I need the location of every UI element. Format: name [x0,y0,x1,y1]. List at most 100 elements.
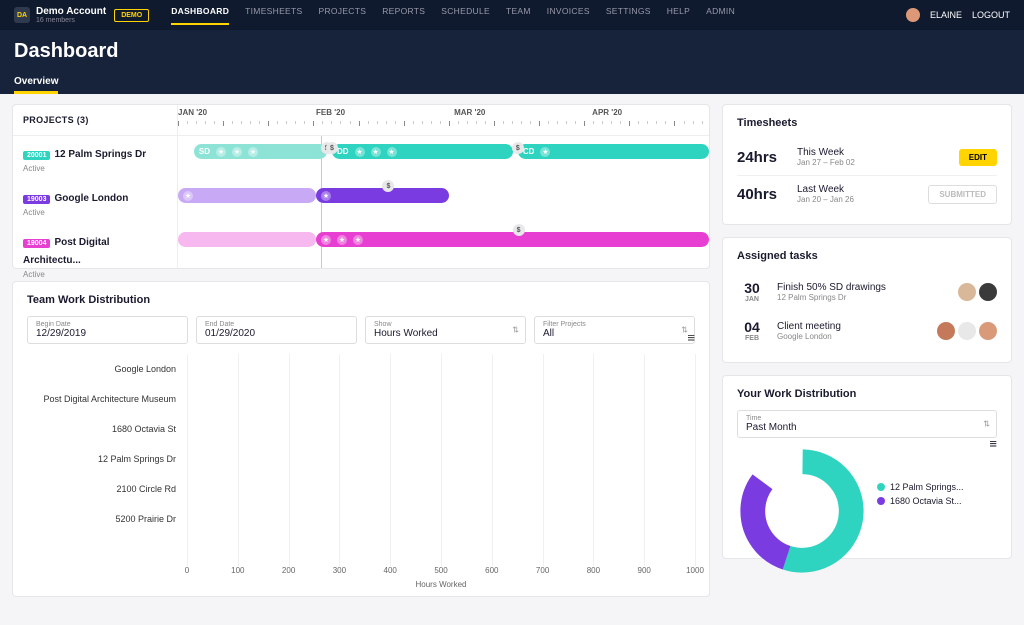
gantt-lane: ★★★$ [178,224,709,268]
assignee-avatar[interactable] [979,322,997,340]
user-name[interactable]: ELAINE [930,10,962,20]
project-status: Active [23,164,167,173]
chart-row: Google London [187,354,695,384]
time-range-select[interactable]: Time Past Month ⇅ [737,410,997,438]
legend-item[interactable]: 12 Palm Springs... [877,482,964,492]
timesheet-row: 24hrsThis WeekJan 27 – Feb 02EDIT [737,139,997,176]
assignee-avatar[interactable] [958,283,976,301]
star-icon: ★ [355,147,365,157]
nav-admin[interactable]: ADMIN [706,6,735,25]
project-row[interactable]: 19003Google LondonActive [13,180,177,224]
gantt-bar[interactable]: ★$ [316,188,449,203]
end-date-input[interactable]: End Date 01/29/2020 [196,316,357,344]
chart-category-label: Google London [27,364,182,374]
cost-marker-icon: $ [382,180,394,192]
project-name: 12 Palm Springs Dr [54,149,146,160]
tab-overview[interactable]: Overview [14,76,58,94]
month-label: FEB '20 [316,108,345,117]
x-tick: 200 [282,566,295,575]
x-tick: 800 [587,566,600,575]
account-brand[interactable]: DA Demo Account 16 members [14,7,106,24]
task-title: Finish 50% SD drawings [777,282,948,293]
project-row[interactable]: 2000112 Palm Springs DrActive [13,136,177,180]
gantt-project-list: PROJECTS (3) 2000112 Palm Springs DrActi… [13,105,178,268]
x-tick: 600 [485,566,498,575]
assignee-list [937,322,997,340]
nav-reports[interactable]: REPORTS [382,6,425,25]
star-icon: ★ [371,147,381,157]
project-row[interactable]: 19004Post Digital Architectu...Active [13,224,177,268]
star-icon: ★ [248,147,258,157]
nav-projects[interactable]: PROJECTS [318,6,366,25]
nav-right: ELAINE LOGOUT [906,8,1010,22]
task-project: 12 Palm Springs Dr [777,293,948,302]
tasks-title: Assigned tasks [737,250,997,262]
assignee-avatar[interactable] [979,283,997,301]
nav-timesheets[interactable]: TIMESHEETS [245,6,302,25]
star-icon: ★ [337,235,347,245]
filter-value: All [543,328,686,339]
gantt-bar[interactable]: ★★★$ [316,232,709,247]
begin-date-label: Begin Date [36,321,179,328]
nav-items: DASHBOARD TIMESHEETS PROJECTS REPORTS SCHEDU… [171,6,735,25]
logout-link[interactable]: LOGOUT [972,10,1010,20]
star-icon: ★ [216,147,226,157]
donut-chart [737,446,867,546]
legend-label: 12 Palm Springs... [890,482,964,492]
chart-menu-icon[interactable]: ≡ [687,330,695,345]
gantt-lane: ★ ★$ [178,180,709,224]
task-row[interactable]: 30JAN Finish 50% SD drawings12 Palm Sprin… [737,272,997,311]
nav-schedule[interactable]: SCHEDULE [441,6,490,25]
chart-row: 1680 Octavia St [187,414,695,444]
gantt-bar[interactable] [178,232,316,247]
team-work-title: Team Work Distribution [27,294,695,306]
nav-settings[interactable]: SETTINGS [606,6,651,25]
edit-button[interactable]: EDIT [959,149,997,166]
project-status: Active [23,270,167,279]
task-date: 30JAN [737,280,767,303]
timesheet-row: 40hrsLast WeekJan 20 – Jan 26SUBMITTED [737,176,997,212]
x-tick: 0 [185,566,189,575]
chevron-updown-icon: ⇅ [512,326,519,335]
x-tick: 100 [231,566,244,575]
begin-date-input[interactable]: Begin Date 12/29/2019 [27,316,188,344]
account-name: Demo Account [36,7,106,17]
show-select[interactable]: Show Hours Worked ⇅ [365,316,526,344]
begin-date-value: 12/29/2019 [36,328,179,339]
gantt-bar[interactable]: CD★$ [518,144,709,159]
hours-value: 40hrs [737,186,797,203]
legend-swatch [877,483,885,491]
chevron-updown-icon: ⇅ [983,420,990,429]
user-avatar[interactable] [906,8,920,22]
nav-dashboard[interactable]: DASHBOARD [171,6,229,25]
sub-button[interactable]: SUBMITTED [928,185,997,204]
your-work-dist-card: Your Work Distribution Time Past Month ⇅… [722,375,1012,559]
assignee-avatar[interactable] [937,322,955,340]
filter-projects-select[interactable]: Filter Projects All ⇅ [534,316,695,344]
nav-help[interactable]: HELP [667,6,690,25]
team-work-card: Team Work Distribution Begin Date 12/29/… [12,281,710,597]
legend-item[interactable]: 1680 Octavia St... [877,496,964,506]
nav-team[interactable]: TEAM [506,6,531,25]
gantt-lane: SD★★★$DD★★★$CD★$ [178,136,709,180]
task-row[interactable]: 04FEBClient meetingGoogle London [737,311,997,350]
nav-invoices[interactable]: INVOICES [547,6,590,25]
assigned-tasks-card: Assigned tasks 30JAN Finish 50% SD drawin… [722,237,1012,363]
task-project: Google London [777,332,927,341]
gantt-bar[interactable]: SD★★★$ [194,144,327,159]
filter-label: Filter Projects [543,321,686,328]
legend-label: 1680 Octavia St... [890,496,962,506]
project-name: Google London [54,193,128,204]
star-icon: ★ [183,191,193,201]
gantt-bar[interactable]: ★ [178,188,316,203]
chart-row: 12 Palm Springs Dr [187,444,695,474]
task-title: Client meeting [777,321,927,332]
chart-category-label: 12 Palm Springs Dr [27,454,182,464]
period-dates: Jan 27 – Feb 02 [797,158,959,167]
x-tick: 900 [638,566,651,575]
gantt-bar[interactable]: DD★★★$ [332,144,513,159]
star-icon: ★ [353,235,363,245]
assignee-avatar[interactable] [958,322,976,340]
timesheets-title: Timesheets [737,117,997,129]
account-avatar: DA [14,7,30,23]
